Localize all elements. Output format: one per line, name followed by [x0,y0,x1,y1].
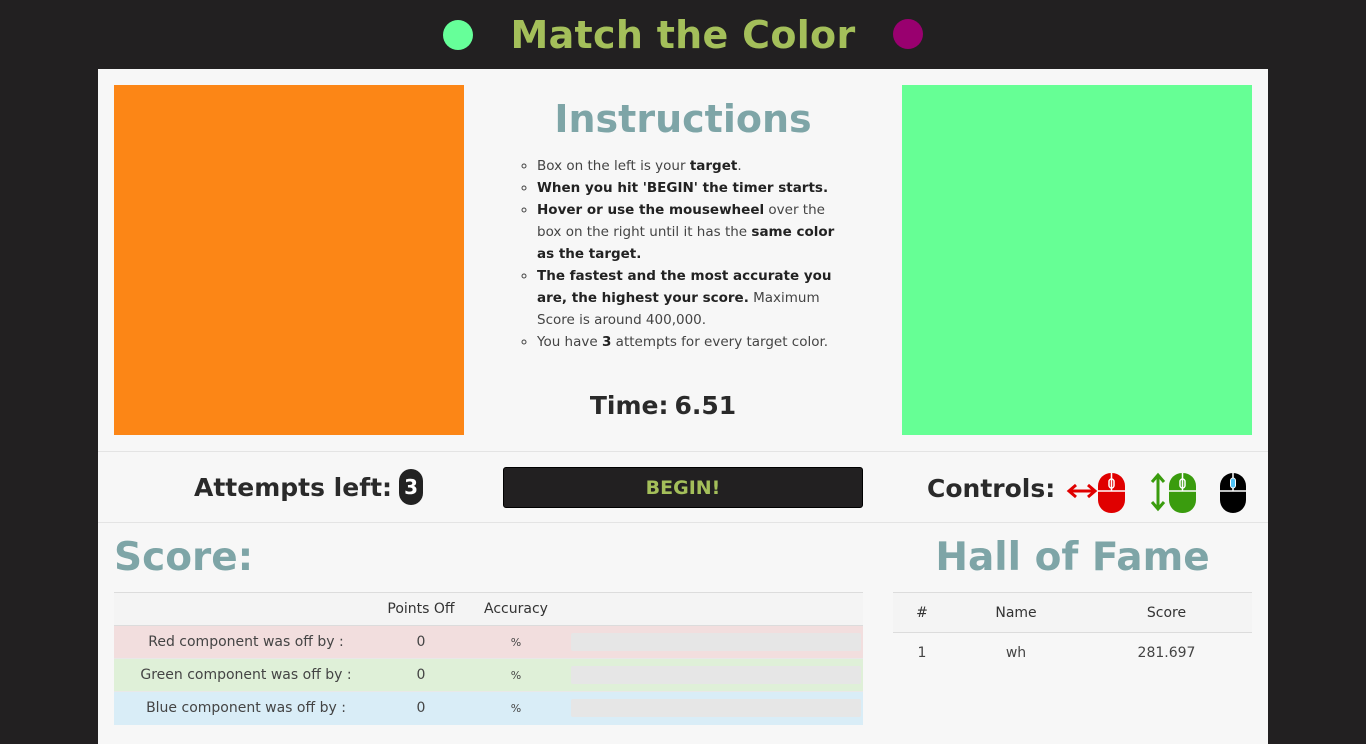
score-row-points: 0 [378,658,464,692]
attempts-left: Attempts left: 3 [194,469,424,505]
mouse-horizontal-red-icon [1066,473,1125,513]
instruction-item: Box on the left is your target. [537,155,853,177]
hof-rank: 1 [917,644,927,661]
score-row-label: Blue component was off by : [114,691,378,725]
header: Match the Color [0,0,1366,69]
hall-of-fame-table: # Name Score 1 wh 281.697 [893,592,1252,673]
score-row-points: 0 [378,691,464,725]
score-row-bar [568,625,863,659]
score-row-bar [568,658,863,692]
score-table: Points Off Accuracy Red component was of… [114,592,863,725]
instruction-item: Hover or use the mousewheel over the box… [537,199,853,265]
mouse-wheel-black-icon [1220,473,1246,513]
instruction-item: You have 3 attempts for every target col… [537,331,853,353]
hall-of-fame-row: 1 wh 281.697 [893,633,1252,673]
accuracy-bar-green [570,666,861,684]
begin-button[interactable]: BEGIN! [503,467,863,508]
score-row-green: Green component was off by : 0 % [114,658,863,692]
score-header-points: Points Off [378,592,464,626]
attempts-label: Attempts left: [194,472,393,502]
timer: Time: 6.51 [513,391,813,420]
instructions-list: Box on the left is your target.When you … [513,155,853,353]
score-row-label: Green component was off by : [114,658,378,692]
hall-of-fame-header: # Name Score [893,592,1252,633]
score-row-bar [568,691,863,725]
hof-header-rank: # [893,592,951,633]
instruction-item: The fastest and the most accurate you ar… [537,265,853,331]
instructions-title: Instructions [554,97,812,141]
accuracy-bar-blue [570,699,861,718]
score-header-bar [568,592,863,626]
score-row-accuracy: % [464,691,568,725]
score-header-label [114,592,378,626]
hof-name: wh [1005,644,1027,661]
score-row-label: Red component was off by : [114,625,378,659]
attempts-count-badge: 3 [399,469,424,505]
mouse-vertical-green-icon [1150,472,1196,513]
timer-label: Time: [589,391,669,420]
app-title: Match the Color [510,13,856,57]
hof-header-name: Name [951,592,1081,633]
score-row-accuracy: % [464,658,568,692]
game-panel: Instructions Box on the left is your tar… [98,69,1268,744]
score-row-points: 0 [378,625,464,659]
player-color-box[interactable] [902,85,1252,435]
controls-bar: Attempts left: 3 BEGIN! Controls: [98,451,1268,523]
score-title: Score: [114,535,254,580]
score-row-accuracy: % [464,625,568,659]
timer-value: 6.51 [674,391,737,420]
target-color-box [114,85,464,435]
score-row-red: Red component was off by : 0 % [114,625,863,659]
accuracy-bar-red [570,633,861,651]
hof-header-score: Score [1081,592,1252,633]
score-header-accuracy: Accuracy [464,592,568,626]
score-table-header: Points Off Accuracy [114,592,863,626]
controls-label: Controls: [927,474,1056,503]
hof-score: 281.697 [1137,644,1196,661]
instruction-item: When you hit 'BEGIN' the timer starts. [537,177,853,199]
instructions: Instructions Box on the left is your tar… [513,97,853,353]
hall-of-fame-title: Hall of Fame [935,535,1210,580]
score-row-blue: Blue component was off by : 0 % [114,691,863,725]
right-color-dot [893,19,923,49]
